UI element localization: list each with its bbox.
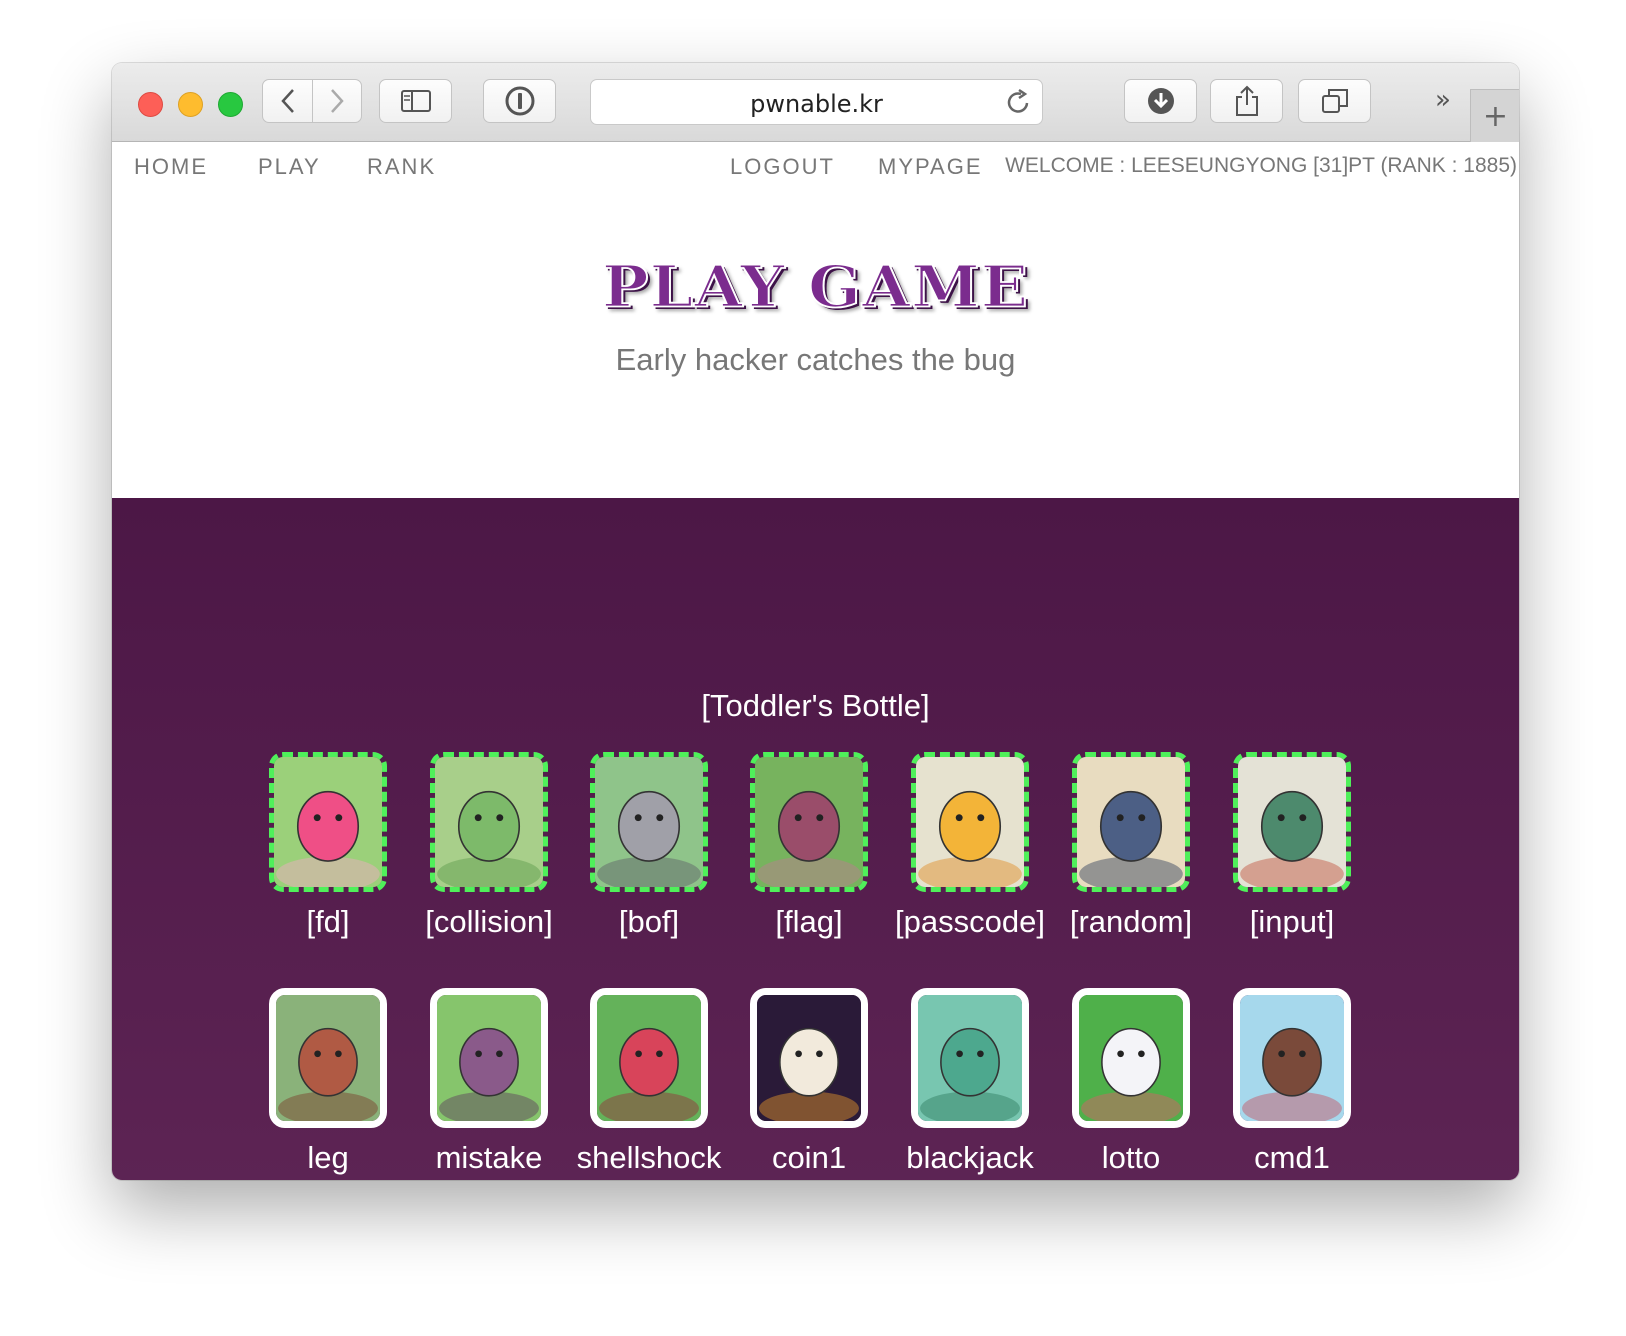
plant-monster-icon [597,995,701,1121]
welcome-status: WELCOME : LEESEUNGYONG [31]PT (RANK : 18… [1005,154,1517,177]
challenge-card[interactable]: cmd1 [1233,988,1351,1175]
challenge-card[interactable]: leg [269,988,387,1175]
challenge-thumbnail[interactable] [911,752,1029,892]
nav-home-link[interactable]: HOME [134,154,208,180]
challenge-thumbnail[interactable] [269,752,387,892]
page-subtitle: Early hacker catches the bug [615,342,1016,377]
challenge-thumbnail[interactable] [269,988,387,1128]
challenge-label[interactable]: [input] [1250,904,1334,940]
challenge-thumbnail[interactable] [911,988,1029,1128]
sidebar-toggle-button[interactable] [379,79,452,123]
tabs-overview-button[interactable] [1298,79,1371,123]
challenge-label[interactable]: [flag] [775,904,842,940]
challenge-thumbnail[interactable] [750,988,868,1128]
challenge-label[interactable]: mistake [436,1140,543,1176]
challenge-thumbnail[interactable] [590,752,708,892]
challenge-label[interactable]: cmd1 [1254,1140,1330,1176]
challenge-label[interactable]: lotto [1102,1140,1161,1176]
challenge-thumbnail[interactable] [1233,752,1351,892]
mushroom-girl-icon [1240,995,1344,1121]
challenge-card[interactable]: [collision] [425,752,553,939]
downloads-button[interactable] [1124,79,1197,123]
minimize-window-button[interactable] [178,92,203,117]
wolf-icon [1077,757,1185,887]
white-rabbit-icon [1079,995,1183,1121]
challenge-card[interactable]: shellshock [577,988,721,1175]
plus-icon: + [1482,98,1509,134]
challenge-card[interactable]: [random] [1070,752,1192,939]
address-url: pwnable.kr [750,90,883,118]
cocoon-icon [755,757,863,887]
challenge-thumbnail[interactable] [430,988,548,1128]
tabs-icon [1321,89,1348,113]
reload-icon[interactable] [1006,88,1032,116]
more-toolbar-icon[interactable]: » [1435,85,1451,115]
challenge-card[interactable]: [input] [1233,752,1351,939]
challenges-panel: [Toddler's Bottle] [fd] [collision] [bof] [… [112,498,1519,1180]
browser-window: pwnable.kr » + HOME PLAY RANK LOGOUT MYP… [112,63,1519,1180]
address-bar[interactable]: pwnable.kr [590,79,1043,125]
challenge-card[interactable]: mistake [430,988,548,1175]
monkey-icon [437,995,541,1121]
page-content: HOME PLAY RANK LOGOUT MYPAGE WELCOME : L… [112,142,1519,1180]
nav-mypage-link[interactable]: MYPAGE [878,154,983,180]
close-window-button[interactable] [138,92,163,117]
bear-icon [276,995,380,1121]
challenge-card[interactable]: lotto [1072,988,1190,1175]
challenge-card[interactable]: blackjack [906,988,1034,1175]
challenge-label[interactable]: leg [307,1140,348,1176]
challenge-label[interactable]: blackjack [906,1140,1034,1176]
top-nav: HOME PLAY RANK LOGOUT MYPAGE WELCOME : L… [112,142,1519,192]
mantis-boxer-icon [1238,757,1346,887]
share-button[interactable] [1210,79,1283,123]
challenge-card[interactable]: [flag] [750,752,868,939]
new-tab-button[interactable]: + [1470,89,1519,142]
back-button[interactable] [262,79,313,123]
yellow-bird-icon [916,757,1024,887]
page-title: PLAY GAME [601,252,1029,321]
challenge-label[interactable]: [bof] [619,904,679,940]
challenge-thumbnail[interactable] [1072,988,1190,1128]
challenge-label[interactable]: coin1 [772,1140,846,1176]
pink-slime-icon [274,757,382,887]
challenge-thumbnail[interactable] [1072,752,1190,892]
raccoon-icon [595,757,703,887]
browser-toolbar: pwnable.kr » + [112,63,1519,142]
challenge-label[interactable]: shellshock [577,1140,722,1176]
nav-rank-link[interactable]: RANK [367,154,436,180]
challenge-card[interactable]: [fd] [269,752,387,939]
challenge-card[interactable]: coin1 [750,988,868,1175]
share-icon [1235,85,1258,116]
section-title: [Toddler's Bottle] [701,688,930,723]
forward-button[interactable] [312,79,362,123]
password-manager-button[interactable] [483,79,556,123]
caterpillar-icon [435,757,543,887]
chevron-right-icon [331,89,344,113]
chevron-left-icon [280,89,294,113]
challenge-card[interactable]: [passcode] [895,752,1045,939]
challenge-thumbnail[interactable] [1233,988,1351,1128]
challenge-label[interactable]: [random] [1070,904,1192,940]
lizard-icon [918,995,1022,1121]
nav-play-link[interactable]: PLAY [258,154,321,180]
challenge-label[interactable]: [collision] [425,904,553,940]
challenge-label[interactable]: [fd] [306,904,349,940]
challenge-card[interactable]: [bof] [590,752,708,939]
download-icon [1147,88,1174,114]
challenge-thumbnail[interactable] [750,752,868,892]
zoom-window-button[interactable] [218,92,243,117]
nav-logout-link[interactable]: LOGOUT [730,154,835,180]
onepassword-icon [505,86,534,116]
sidebar-icon [400,90,431,112]
challenge-thumbnail[interactable] [590,988,708,1128]
challenge-label[interactable]: [passcode] [895,904,1045,940]
challenge-thumbnail[interactable] [430,752,548,892]
ghost-pumpkin-icon [757,995,861,1121]
